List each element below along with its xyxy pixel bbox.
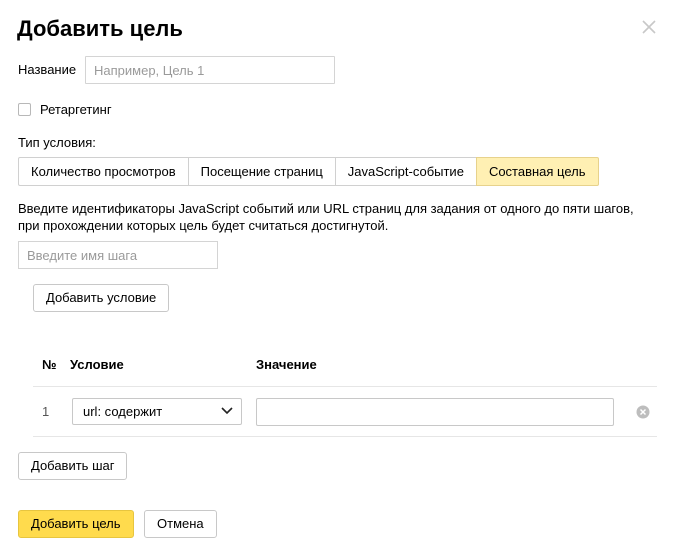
step-name-input[interactable]	[18, 241, 218, 269]
retargeting-label: Ретаргетинг	[40, 102, 112, 117]
condition-type-tabs: Количество просмотров Посещение страниц …	[18, 157, 599, 186]
value-input[interactable]	[256, 398, 614, 426]
tab-javascript-event[interactable]: JavaScript-событие	[334, 157, 477, 186]
retargeting-checkbox[interactable]: Ретаргетинг	[18, 102, 112, 117]
close-icon	[642, 20, 656, 34]
row-number: 1	[42, 404, 50, 419]
add-goal-button[interactable]: Добавить цель	[18, 510, 134, 538]
dialog-title: Добавить цель	[17, 16, 183, 41]
tab-page-views[interactable]: Количество просмотров	[18, 157, 189, 186]
condition-select-value: url: содержит	[83, 404, 163, 419]
tab-composite-goal[interactable]: Составная цель	[475, 157, 599, 186]
condition-type-label: Тип условия:	[18, 135, 96, 150]
table-divider	[33, 386, 657, 387]
cancel-button[interactable]: Отмена	[144, 510, 217, 538]
column-header-condition: Условие	[70, 357, 124, 372]
checkbox-box[interactable]	[18, 103, 31, 116]
close-button[interactable]	[637, 15, 661, 39]
add-condition-button[interactable]: Добавить условие	[33, 284, 170, 312]
name-label: Название	[18, 62, 77, 77]
chevron-down-icon	[221, 407, 233, 415]
name-input[interactable]	[85, 56, 335, 84]
remove-circle-icon	[636, 405, 650, 419]
condition-select[interactable]: url: содержит	[72, 398, 242, 425]
description-text: Введите идентификаторы JavaScript событи…	[18, 201, 634, 233]
tab-page-visits[interactable]: Посещение страниц	[187, 157, 336, 186]
column-header-value: Значение	[256, 357, 317, 372]
add-step-button[interactable]: Добавить шаг	[18, 452, 128, 480]
table-divider	[33, 436, 657, 437]
remove-row-button[interactable]	[636, 405, 650, 422]
column-header-number: №	[42, 357, 57, 372]
